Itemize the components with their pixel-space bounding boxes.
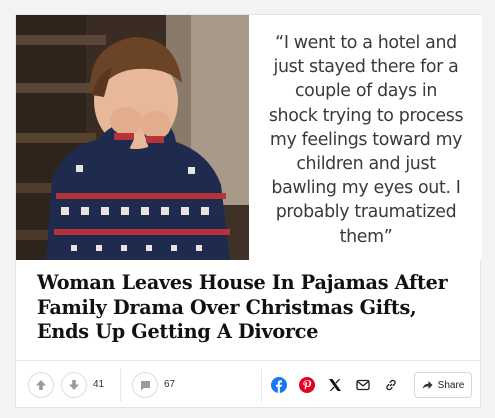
card-divider — [16, 360, 482, 361]
comment-icon — [140, 380, 150, 390]
x-share-button[interactable] — [324, 374, 346, 396]
quote-line: probably traumatized — [275, 202, 457, 223]
post-title[interactable]: Woman Leaves House In Pajamas After Famil… — [37, 271, 467, 345]
downvote-icon — [69, 380, 79, 390]
downvote-button[interactable] — [61, 372, 87, 398]
quote-line: bawling my eyes out. I — [271, 178, 461, 199]
post-hero[interactable]: “I went to a hotel and just stayed there … — [16, 15, 482, 260]
vote-count: 41 — [93, 379, 105, 390]
title-line: Family Drama Over Christmas Gifts, — [37, 295, 417, 319]
facebook-icon — [271, 377, 287, 393]
comment-button[interactable] — [132, 372, 158, 398]
title-line: Woman Leaves House In Pajamas After — [37, 271, 448, 294]
separator — [120, 369, 121, 402]
comment-count: 67 — [164, 379, 176, 390]
quote-line: “I went to a hotel and — [275, 33, 457, 53]
share-arrow-icon — [422, 381, 433, 389]
quote-panel: “I went to a hotel and just stayed there … — [249, 15, 482, 260]
quote-line: couple of days in — [294, 81, 438, 102]
copy-link-button[interactable] — [380, 374, 402, 396]
quote-line: children and just — [296, 154, 436, 175]
email-share-button[interactable] — [352, 374, 374, 396]
share-button[interactable]: Share — [414, 372, 472, 398]
separator — [261, 369, 262, 402]
quote-line: shock trying to process — [268, 105, 464, 126]
pinterest-share-button[interactable] — [296, 374, 318, 396]
pinterest-icon — [299, 377, 315, 393]
facebook-share-button[interactable] — [268, 374, 290, 396]
crying-child-photo — [16, 15, 249, 260]
link-icon — [386, 379, 396, 391]
quote-line: my feelings toward my — [269, 129, 463, 150]
title-line: Ends Up Getting A Divorce — [37, 320, 319, 343]
quote-line: just stayed there for a — [273, 57, 459, 78]
share-label: Share — [437, 379, 465, 391]
upvote-icon — [36, 380, 46, 390]
x-icon — [329, 379, 341, 391]
email-icon — [356, 379, 370, 391]
quote-line: them” — [339, 226, 393, 247]
upvote-button[interactable] — [28, 372, 54, 398]
post-photo[interactable] — [16, 15, 249, 260]
post-card: “I went to a hotel and just stayed there … — [15, 14, 482, 408]
quote-text: “I went to a hotel and just stayed there … — [255, 31, 477, 249]
